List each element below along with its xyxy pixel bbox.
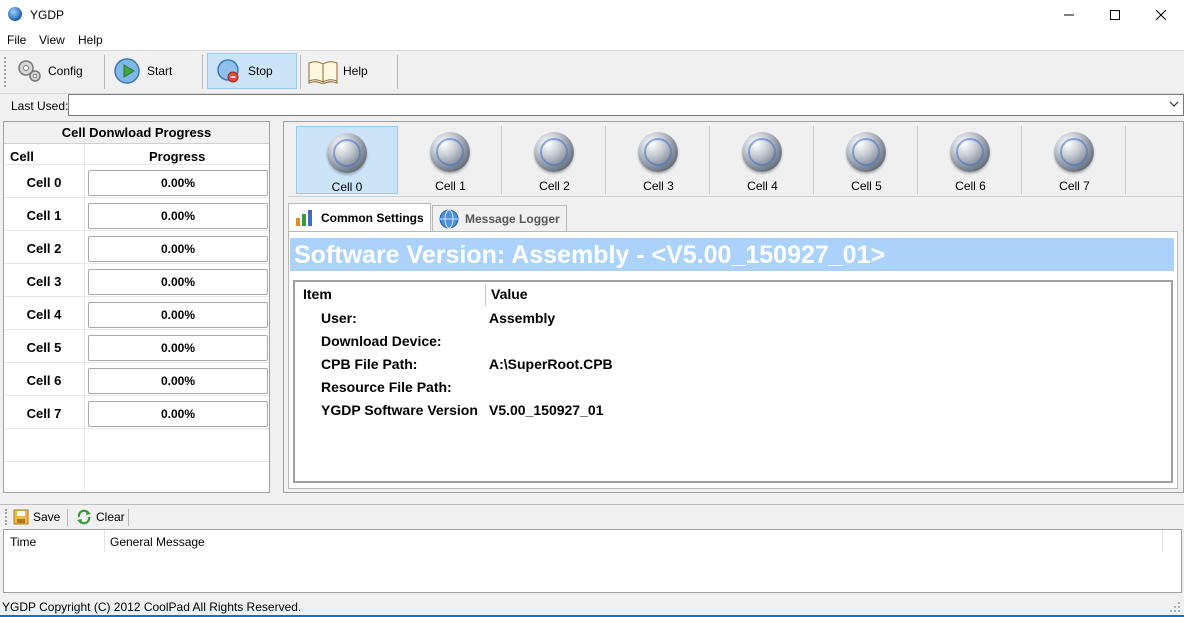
save-log-button[interactable]: Save (13, 509, 60, 525)
settings-tabs: Common Settings Message Logger (288, 203, 1183, 231)
help-button[interactable]: Help (307, 53, 393, 89)
cell-tile-7[interactable]: Cell 7 (1024, 126, 1126, 194)
title-bar: YGDP (0, 0, 1184, 30)
cell-tile-label: Cell 6 (955, 179, 986, 193)
settings-item-label: User: (321, 310, 357, 326)
network-globe-icon (430, 132, 470, 172)
status-text: YGDP Copyright (C) 2012 CoolPad All Righ… (2, 600, 302, 614)
cell-tile-label: Cell 4 (747, 179, 778, 193)
cell-tile-0[interactable]: Cell 0 (296, 126, 398, 194)
globe-icon (439, 209, 459, 228)
cell-row-label: Cell 2 (26, 241, 62, 256)
network-globe-icon (327, 133, 367, 173)
network-globe-icon (950, 132, 990, 172)
message-log-list[interactable]: Time General Message (3, 529, 1182, 593)
cell-tile-3[interactable]: Cell 3 (608, 126, 710, 194)
cell-tile-5[interactable]: Cell 5 (816, 126, 918, 194)
cell-tile-6[interactable]: Cell 6 (920, 126, 1022, 194)
cell-progress-bar: 0.00% (88, 368, 268, 394)
resize-grip-icon[interactable] (1168, 600, 1182, 614)
menu-bar: File View Help (0, 30, 1184, 50)
settings-item-label: CPB File Path: (321, 356, 418, 372)
value-column-header: Value (491, 286, 528, 302)
network-globe-icon (1054, 132, 1094, 172)
cell-row-label: Cell 7 (26, 406, 62, 421)
gears-icon (18, 60, 41, 82)
last-used-label: Last Used: (11, 99, 69, 113)
cell-selector-bar: Cell 0 Cell 1 Cell 2 Cell 3 Cell 4 Cell 5 Cell… (288, 124, 1183, 197)
cell-progress-bar: 0.00% (88, 302, 268, 328)
settings-item-value: Assembly (489, 310, 556, 326)
chevron-down-icon (1169, 101, 1179, 107)
minimize-button[interactable] (1046, 0, 1092, 30)
book-icon (308, 61, 338, 84)
cell-progress-bar: 0.00% (88, 203, 268, 229)
stop-icon (217, 59, 239, 83)
settings-item-value: V5.00_150927_01 (489, 402, 604, 418)
tab-message-logger[interactable]: Message Logger (432, 205, 567, 231)
cell-tile-1[interactable]: Cell 1 (400, 126, 502, 194)
network-globe-icon (638, 132, 678, 172)
cell-tile-2[interactable]: Cell 2 (504, 126, 606, 194)
settings-item-label: Resource File Path: (321, 379, 452, 395)
cell-progress-list: Cell 0 0.00% Cell 1 0.00% Cell 2 0.00% Cell 3 0… (4, 122, 269, 492)
tab-common-settings[interactable]: Common Settings (288, 203, 431, 231)
cell-tile-label: Cell 1 (435, 179, 466, 193)
network-globe-icon (742, 132, 782, 172)
cell-row-label: Cell 5 (26, 340, 62, 355)
clear-log-button[interactable]: Clear (76, 509, 125, 525)
cell-tile-label: Cell 7 (1059, 179, 1090, 193)
settings-info-table: Item Value User: Assembly Download Device:… (293, 280, 1173, 483)
time-column-header: Time (10, 535, 37, 549)
menu-help[interactable]: Help (78, 33, 103, 47)
cell-tile-4[interactable]: Cell 4 (712, 126, 814, 194)
window-title: YGDP (30, 8, 65, 22)
close-button[interactable] (1138, 0, 1184, 30)
settings-item-label: YGDP Software Version (321, 402, 478, 418)
last-used-select[interactable] (68, 94, 1184, 116)
minimize-icon (1064, 14, 1074, 16)
stop-button[interactable]: Stop (207, 53, 297, 89)
cell-row-label: Cell 3 (26, 274, 62, 289)
cell-tile-label: Cell 3 (643, 179, 674, 193)
cell-row-label: Cell 0 (26, 175, 62, 190)
cell-row-label: Cell 6 (26, 373, 62, 388)
cell-progress-bar: 0.00% (88, 236, 268, 262)
cell-row-label: Cell 4 (26, 307, 62, 322)
panel-splitter[interactable] (271, 121, 279, 493)
start-button[interactable]: Start (113, 53, 199, 89)
menu-view[interactable]: View (39, 33, 65, 47)
close-icon (1156, 10, 1166, 20)
log-toolbar: Save Clear (0, 504, 1184, 529)
app-globe-icon (8, 7, 22, 21)
software-version-banner: Software Version: Assembly - <V5.00_1509… (290, 238, 1174, 271)
bar-chart-icon (296, 209, 312, 226)
config-button[interactable]: Config (16, 53, 100, 89)
cell-tile-label: Cell 2 (539, 179, 570, 193)
toolbar: Config Start Stop Help (0, 50, 1184, 94)
menu-file[interactable]: File (7, 33, 26, 47)
maximize-button[interactable] (1092, 0, 1138, 30)
play-icon (114, 58, 140, 84)
save-icon (13, 509, 29, 525)
cell-tile-label: Cell 5 (851, 179, 882, 193)
cell-tile-label: Cell 0 (331, 180, 363, 194)
cell-progress-panel: Cell Donwload Progress Cell Progress Cel… (3, 121, 270, 493)
cell-progress-bar: 0.00% (88, 269, 268, 295)
network-globe-icon (534, 132, 574, 172)
cell-progress-bar: 0.00% (88, 170, 268, 196)
settings-item-value: A:\SuperRoot.CPB (489, 356, 613, 372)
item-column-header: Item (303, 286, 332, 302)
cell-progress-bar: 0.00% (88, 335, 268, 361)
maximize-icon (1110, 10, 1120, 20)
network-globe-icon (846, 132, 886, 172)
toolbar-grip[interactable] (4, 57, 9, 87)
settings-item-label: Download Device: (321, 333, 442, 349)
cell-row-label: Cell 1 (26, 208, 62, 223)
message-column-header: General Message (110, 535, 205, 549)
status-bar: YGDP Copyright (C) 2012 CoolPad All Righ… (0, 597, 1184, 617)
refresh-icon (77, 509, 91, 525)
cell-progress-bar: 0.00% (88, 401, 268, 427)
